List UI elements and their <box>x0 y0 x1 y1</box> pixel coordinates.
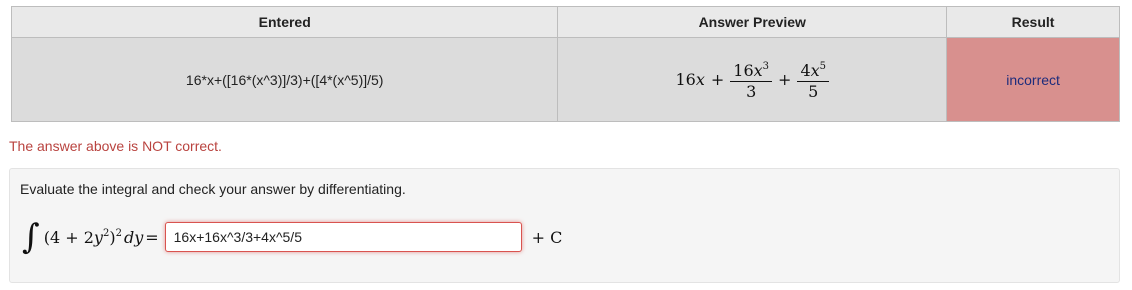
equals-sign: = <box>145 227 159 247</box>
integral-expression: ∫ (4 + 2y2)2 dy = + C <box>22 219 562 255</box>
problem-instructions: Evaluate the integral and check your ans… <box>20 181 406 197</box>
result-cell: incorrect <box>946 37 1120 122</box>
integral-sign: ∫ <box>22 217 40 257</box>
entered-answer-text: 16*x+([16*(x^3)]/3)+([4*(x^5)]/5) <box>185 71 384 88</box>
entered-cell: 16*x+([16*(x^3)]/3)+([4*(x^5)]/5) <box>10 37 559 122</box>
integrand: (4 + 2y2)2 <box>43 227 122 247</box>
feedback-message: The answer above is NOT correct. <box>9 138 222 154</box>
header-entered: Entered <box>10 6 559 38</box>
header-result: Result <box>946 6 1120 38</box>
fraction-1: 16x3 3 <box>730 57 773 102</box>
table-row: 16*x+([16*(x^3)]/3)+([4*(x^5)]/5) 16x + … <box>10 37 1120 122</box>
answer-preview-math: 16x + 16x3 3 + 4x5 5 <box>675 57 830 102</box>
header-answer-preview: Answer Preview <box>557 6 948 38</box>
answer-input[interactable] <box>164 222 522 252</box>
fraction-2: 4x5 5 <box>797 57 830 102</box>
preview-cell: 16x + 16x3 3 + 4x5 5 <box>557 37 948 122</box>
result-status: incorrect <box>1006 71 1060 88</box>
answer-results-table: Entered Answer Preview Result 16*x+([16*… <box>10 6 1120 122</box>
differential: dy <box>123 227 144 247</box>
constant-of-integration: + C <box>531 227 563 247</box>
problem-panel: Evaluate the integral and check your ans… <box>9 168 1120 283</box>
